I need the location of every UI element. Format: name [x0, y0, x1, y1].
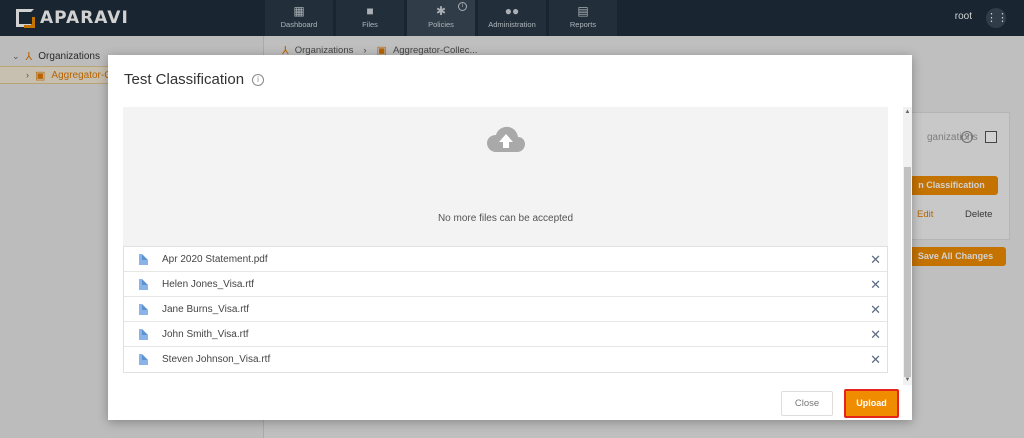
upload-button[interactable]: Upload: [844, 389, 899, 418]
file-icon: [139, 278, 148, 290]
close-button[interactable]: Close: [781, 391, 833, 416]
file-icon: [139, 303, 148, 315]
list-item: Helen Jones_Visa.rtf ✕: [124, 272, 887, 297]
file-name: John Smith_Visa.rtf: [162, 328, 249, 340]
file-name: Steven Johnson_Visa.rtf: [162, 354, 271, 365]
scrollbar-thumb[interactable]: [904, 167, 911, 377]
cloud-upload-icon: [487, 126, 525, 152]
test-classification-modal: Test Classification i No more files can …: [108, 55, 912, 420]
list-item: Jane Burns_Visa.rtf ✕: [124, 297, 887, 322]
scroll-down-icon[interactable]: ▼: [903, 375, 912, 385]
file-name: Helen Jones_Visa.rtf: [162, 278, 255, 290]
dropzone-message: No more files can be accepted: [437, 213, 574, 224]
close-icon[interactable]: ✕: [870, 352, 881, 368]
file-name: Apr 2020 Statement.pdf: [162, 253, 268, 265]
file-name: Jane Burns_Visa.rtf: [162, 303, 250, 315]
close-icon[interactable]: ✕: [870, 302, 881, 318]
scrollbar[interactable]: ▲ ▼: [903, 107, 912, 385]
close-icon[interactable]: ✕: [870, 327, 881, 343]
modal-title-text: Test Classification: [124, 71, 245, 88]
file-icon: [139, 354, 148, 365]
close-icon[interactable]: ✕: [870, 252, 881, 268]
info-icon[interactable]: i: [252, 73, 265, 86]
modal-title: Test Classification i: [124, 71, 265, 88]
file-list: Apr 2020 Statement.pdf ✕ Helen Jones_Vis…: [123, 246, 888, 373]
list-item: Apr 2020 Statement.pdf ✕: [124, 247, 887, 272]
scroll-up-icon[interactable]: ▲: [903, 107, 912, 117]
file-icon: [139, 328, 148, 340]
file-icon: [139, 253, 148, 265]
close-icon[interactable]: ✕: [870, 277, 881, 293]
file-dropzone[interactable]: No more files can be accepted: [123, 107, 888, 247]
list-item: Steven Johnson_Visa.rtf ✕: [124, 347, 887, 372]
list-item: John Smith_Visa.rtf ✕: [124, 322, 887, 347]
